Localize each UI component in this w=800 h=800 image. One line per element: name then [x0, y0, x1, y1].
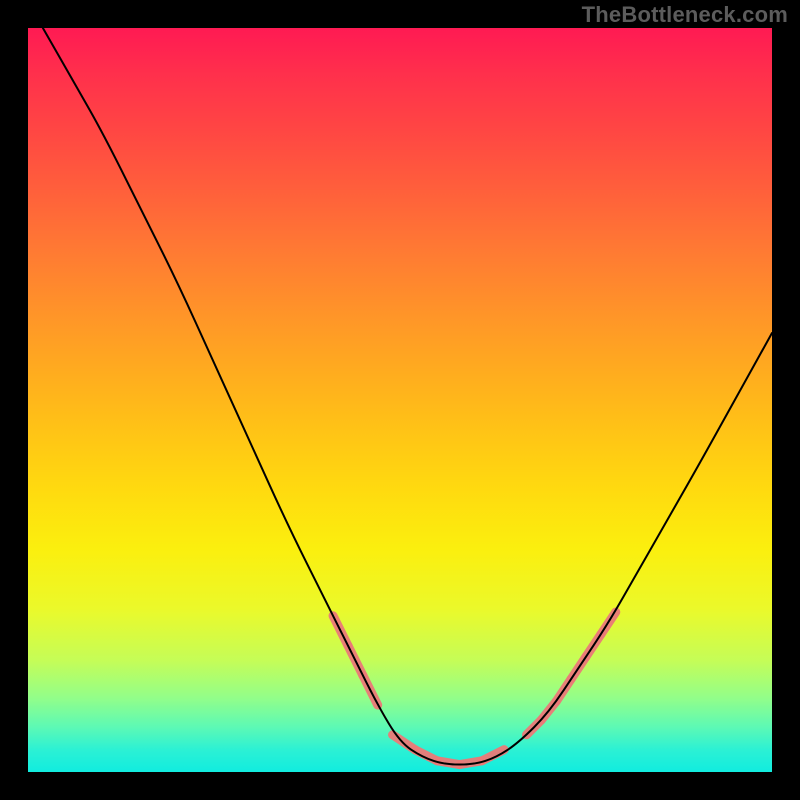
plot-area	[28, 28, 772, 772]
bottleneck-curve	[43, 28, 772, 765]
watermark-label: TheBottleneck.com	[582, 2, 788, 28]
chart-frame: TheBottleneck.com	[0, 0, 800, 800]
curve-layer	[28, 28, 772, 772]
